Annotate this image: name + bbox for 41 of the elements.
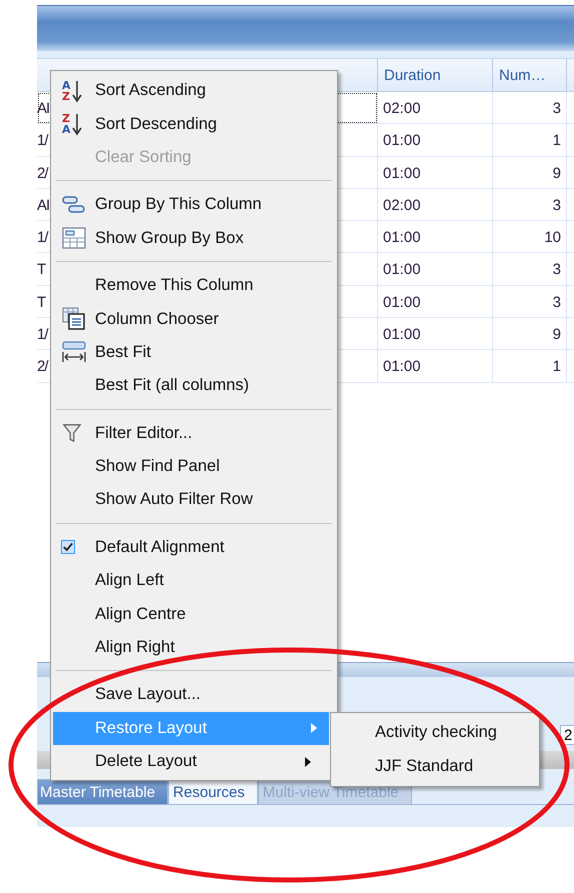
table-cell: 10 bbox=[493, 221, 567, 254]
table-cell: 1 bbox=[493, 124, 567, 157]
table-cell: 9 bbox=[493, 318, 567, 350]
table-cell: 9 bbox=[493, 156, 567, 189]
table-cell: 01:00 bbox=[378, 253, 493, 286]
menu-item[interactable]: Align Centre bbox=[53, 597, 335, 631]
table-icon bbox=[62, 227, 86, 250]
table-cell: 01:00 bbox=[378, 350, 493, 383]
table-cell: 01:00 bbox=[378, 156, 493, 189]
table-cell: 01:00 bbox=[378, 124, 493, 157]
column-header[interactable]: Num… bbox=[493, 59, 567, 91]
menu-item[interactable]: Filter Editor... bbox=[53, 416, 335, 450]
menu-item[interactable]: Save Layout... bbox=[53, 678, 335, 712]
table-cell: 01:00 bbox=[378, 221, 493, 254]
table-cell: 02:00 bbox=[378, 188, 493, 222]
table-cell: 3 bbox=[493, 92, 567, 124]
checkmark-icon bbox=[62, 541, 74, 554]
menu-item[interactable]: Delete Layout bbox=[53, 745, 329, 778]
table-cell: 01:00 bbox=[378, 318, 493, 350]
menu-item[interactable]: Default Alignment bbox=[53, 530, 335, 564]
menu-item[interactable]: Show Find Panel bbox=[53, 450, 335, 484]
column-header[interactable]: Duration bbox=[378, 59, 493, 91]
column-chooser-icon bbox=[62, 307, 86, 332]
menu-item[interactable]: Show Group By Box bbox=[53, 222, 335, 255]
submenu-arrow-icon bbox=[305, 756, 311, 767]
table-cell: 3 bbox=[493, 286, 567, 318]
group-icon bbox=[62, 194, 86, 215]
menu-item[interactable]: Align Right bbox=[53, 630, 335, 664]
table-cell: 01:00 bbox=[378, 286, 493, 318]
menu-item[interactable]: Activity checking bbox=[333, 716, 537, 750]
tab[interactable]: Resources bbox=[168, 779, 258, 804]
filter-icon bbox=[62, 422, 82, 444]
menu-item[interactable]: Group By This Column bbox=[53, 188, 335, 222]
menu-item[interactable]: Show Auto Filter Row bbox=[53, 483, 335, 517]
table-cell: 3 bbox=[493, 253, 567, 286]
menu-item[interactable]: Align Left bbox=[53, 564, 335, 598]
submenu-arrow-icon bbox=[311, 723, 317, 734]
table-cell: 02:00 bbox=[378, 92, 493, 124]
table-cell: 1 bbox=[493, 350, 567, 383]
table-cell: 3 bbox=[493, 188, 567, 222]
best-fit-icon bbox=[62, 341, 86, 364]
